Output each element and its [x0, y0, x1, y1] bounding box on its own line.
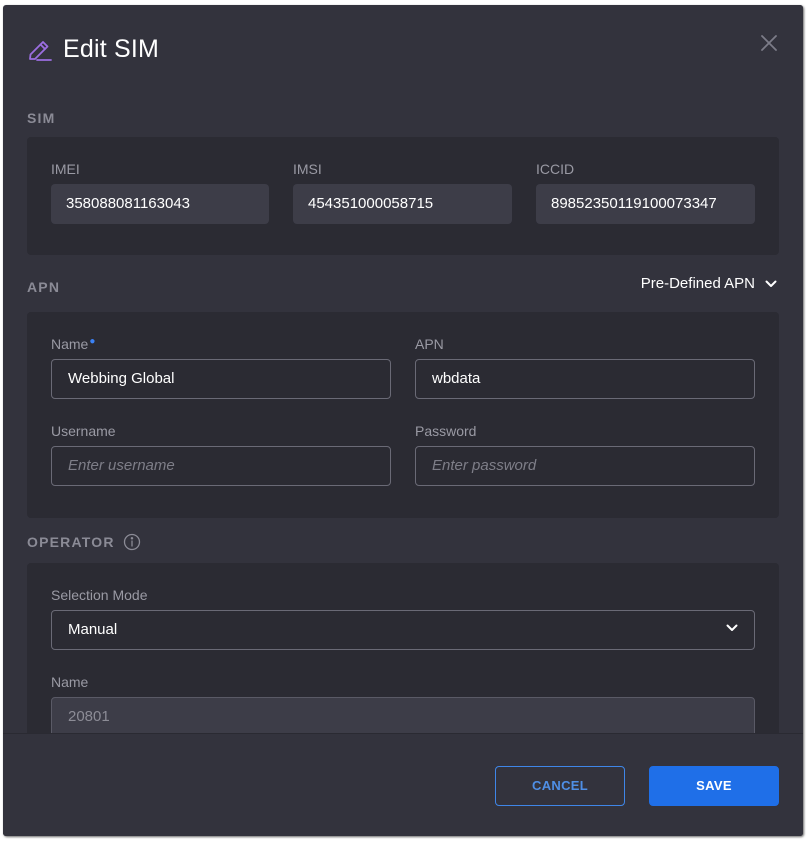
- selection-mode-label: Selection Mode: [51, 587, 148, 603]
- chevron-down-icon: [726, 624, 738, 631]
- dialog-title: Edit SIM: [63, 35, 160, 63]
- apn-card: Name● Webbing Global APN wbdata Username…: [27, 312, 779, 518]
- apn-name-label-text: Name: [51, 336, 89, 352]
- chevron-down-icon: [765, 280, 777, 287]
- selection-mode-value: Manual: [68, 621, 118, 638]
- scrollbar[interactable]: [797, 5, 803, 733]
- imei-value: 358088081163043: [51, 184, 269, 224]
- apn-mode-label: Pre-Defined APN: [640, 275, 755, 292]
- dialog-footer: CANCEL SAVE: [3, 733, 803, 836]
- apn-mode-dropdown[interactable]: Pre-Defined APN: [641, 275, 777, 292]
- username-label: Username: [51, 423, 116, 439]
- apn-input[interactable]: wbdata: [415, 359, 755, 399]
- pencil-icon: [29, 40, 52, 61]
- operator-section-label: OPERATOR: [27, 534, 115, 550]
- imsi-value: 454351000058715: [293, 184, 512, 224]
- dialog-header: Edit SIM: [27, 35, 159, 64]
- selection-mode-select[interactable]: Manual: [51, 610, 755, 650]
- cancel-button[interactable]: CANCEL: [495, 766, 625, 806]
- password-input[interactable]: Enter password: [415, 446, 755, 486]
- apn-section-label: APN: [27, 279, 61, 295]
- operator-name-input: 20801: [51, 697, 755, 733]
- apn-label: APN: [415, 336, 444, 352]
- operator-header: OPERATOR: [27, 533, 141, 551]
- close-icon[interactable]: [759, 33, 779, 53]
- apn-name-label: Name●: [51, 336, 95, 352]
- dialog-body[interactable]: Edit SIM SIM IMEI 358088081163043 IMSI 4…: [3, 5, 803, 733]
- username-input[interactable]: Enter username: [51, 446, 391, 486]
- operator-name-label: Name: [51, 674, 89, 690]
- imei-label: IMEI: [51, 161, 80, 177]
- info-icon[interactable]: [123, 533, 141, 551]
- operator-card: Selection Mode Manual Name 20801: [27, 563, 779, 733]
- iccid-value: 89852350119100073347: [536, 184, 755, 224]
- apn-name-input[interactable]: Webbing Global: [51, 359, 391, 399]
- sim-card: IMEI 358088081163043 IMSI 45435100005871…: [27, 137, 779, 255]
- required-indicator: ●: [89, 336, 96, 347]
- save-button[interactable]: SAVE: [649, 766, 779, 806]
- imsi-label: IMSI: [293, 161, 322, 177]
- password-label: Password: [415, 423, 477, 439]
- edit-sim-dialog: Edit SIM SIM IMEI 358088081163043 IMSI 4…: [3, 5, 803, 836]
- sim-section-label: SIM: [27, 110, 56, 126]
- iccid-label: ICCID: [536, 161, 575, 177]
